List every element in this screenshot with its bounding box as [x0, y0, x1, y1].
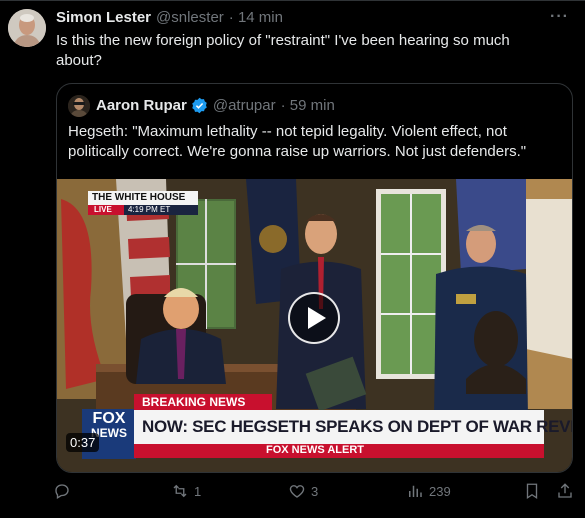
bug-time: 4:19 PM ET: [128, 205, 171, 214]
like-button[interactable]: 3: [288, 482, 318, 500]
reply-icon: [55, 484, 69, 499]
play-icon: [308, 307, 326, 329]
views-icon: [409, 485, 422, 497]
views-button[interactable]: 239: [406, 482, 451, 500]
author-name[interactable]: Simon Lester: [56, 9, 151, 26]
share-icon: [558, 483, 572, 498]
tweet-timestamp[interactable]: · 14 min: [229, 9, 283, 26]
quoted-header: Aaron Rupar @atrupar · 59 min: [96, 97, 335, 114]
breaking-news-label: BREAKING NEWS: [142, 395, 246, 409]
play-button[interactable]: [288, 292, 340, 344]
fox-news-alert: FOX NEWS ALERT: [266, 444, 364, 456]
repost-button[interactable]: 1: [171, 482, 201, 500]
chyron-headline: NOW: SEC HEGSETH SPEAKS ON DEPT OF WAR R…: [142, 417, 573, 436]
repost-icon: [173, 484, 187, 498]
author-handle[interactable]: @snlester: [156, 9, 224, 26]
quoted-author-name: Aaron Rupar: [96, 97, 187, 114]
reply-button[interactable]: [53, 482, 76, 500]
video-player[interactable]: THE WHITE HOUSE LIVE 4:19 PM ET FOX NEWS…: [57, 179, 573, 472]
quoted-tweet[interactable]: Aaron Rupar @atrupar · 59 min Hegseth: "…: [56, 83, 573, 473]
repost-count: 1: [194, 483, 202, 499]
tweet-header: Simon Lester @snlester · 14 min: [56, 9, 283, 26]
bug-title: THE WHITE HOUSE: [92, 192, 186, 203]
quoted-author-handle: @atrupar: [212, 97, 276, 114]
more-options-icon[interactable]: ···: [550, 8, 569, 26]
bookmark-icon: [526, 483, 538, 500]
heart-icon: [289, 485, 305, 498]
live-badge: LIVE: [94, 205, 112, 214]
action-bar: 1 3 239: [0, 482, 585, 502]
verified-badge-icon: [192, 97, 207, 114]
top-divider: [0, 0, 585, 1]
like-count: 3: [311, 483, 319, 499]
avatar[interactable]: [8, 9, 46, 47]
tweet-text: Is this the new foreign policy of "restr…: [56, 32, 510, 69]
white-house-bug: THE WHITE HOUSE LIVE 4:19 PM ET: [88, 191, 198, 215]
share-button[interactable]: [556, 482, 574, 500]
bookmark-button[interactable]: [523, 482, 541, 500]
fox-logo-top: FOX: [92, 410, 126, 427]
quoted-avatar[interactable]: [68, 95, 90, 117]
video-duration: 0:37: [66, 433, 100, 452]
view-count: 239: [429, 483, 451, 499]
quoted-timestamp: · 59 min: [280, 97, 335, 114]
quoted-text: Hegseth: "Maximum lethality -- not tepid…: [68, 123, 527, 160]
